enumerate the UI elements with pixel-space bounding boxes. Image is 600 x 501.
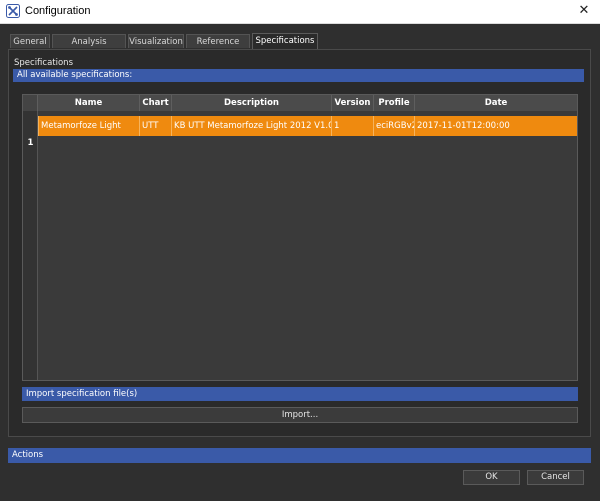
close-icon[interactable]: ✕ [573,2,595,20]
configuration-app-icon [6,4,20,18]
table-cell-name[interactable]: Metamorfoze Light [38,116,140,136]
table-corner [23,95,38,111]
specifications-group-title: Specifications [14,58,74,68]
all-specifications-header: All available specifications: [13,69,584,82]
column-header-description[interactable]: Description [172,95,332,111]
ok-button[interactable]: OK [463,470,520,485]
column-header-version[interactable]: Version [332,95,374,111]
tab-specifications[interactable]: Specifications [252,33,318,49]
column-header-chart[interactable]: Chart [140,95,172,111]
table-cell-chart[interactable]: UTT [140,116,172,136]
column-header-date[interactable]: Date [415,95,577,111]
tab-general[interactable]: General [10,34,50,48]
import-button[interactable]: Import... [22,407,578,423]
cancel-button[interactable]: Cancel [527,470,584,485]
import-specification-header: Import specification file(s) [22,387,578,401]
column-header-profile[interactable]: Profile [374,95,415,111]
window-title: Configuration [25,5,91,17]
row-header-column: 1 [23,111,38,380]
tab-visualization[interactable]: Visualization [128,34,184,48]
actions-header: Actions [8,448,591,463]
title-bar: Configuration ✕ [0,0,600,24]
specifications-table: Name Chart Description Version Profile D… [22,94,578,381]
tab-reference-files[interactable]: Reference files [186,34,250,61]
tab-analysis-settings[interactable]: Analysis Settings [52,34,126,61]
table-cell-date[interactable]: 2017-11-01T12:00:00 [415,116,577,136]
table-cell-version[interactable]: 1 [332,116,374,136]
table-cell-description[interactable]: KB UTT Metamorfoze Light 2012 V1.0 [172,116,332,136]
row-number[interactable]: 1 [23,135,38,151]
table-cell-profile[interactable]: eciRGBv2 [374,116,415,136]
configuration-window: Configuration ✕ General Analysis Setting… [0,0,600,501]
column-header-name[interactable]: Name [38,95,140,111]
